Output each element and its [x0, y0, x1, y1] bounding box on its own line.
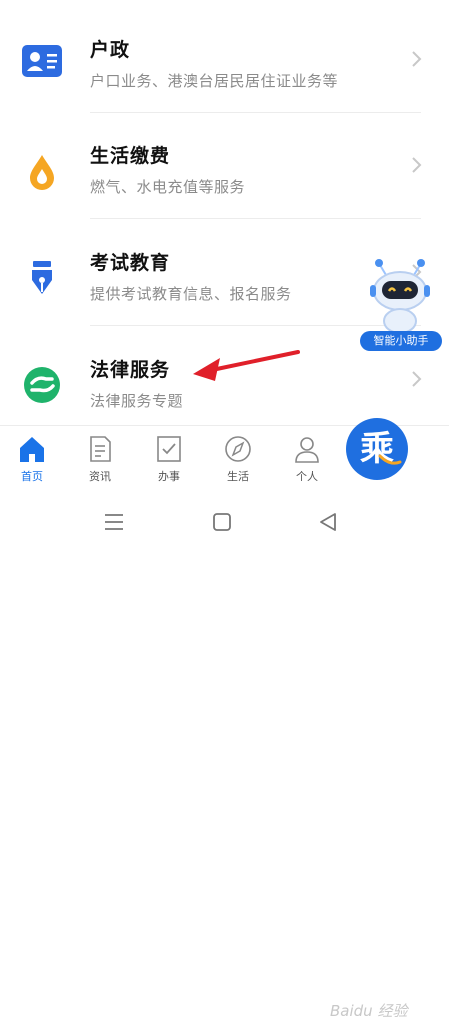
fab-swoosh-icon — [378, 454, 402, 465]
tab-services[interactable]: 办事 — [139, 434, 199, 490]
tab-label: 资讯 — [89, 470, 111, 483]
checkbox-icon — [157, 436, 181, 462]
tab-life[interactable]: 生活 — [208, 434, 268, 490]
news-icon — [90, 436, 111, 462]
tab-profile[interactable]: 个人 — [277, 434, 337, 490]
compass-icon — [225, 436, 251, 462]
back-icon[interactable] — [318, 512, 338, 532]
tab-label: 首页 — [21, 470, 43, 483]
watermark: Baidu 经验 — [330, 1002, 408, 1020]
home-icon — [20, 437, 44, 462]
assistant-label[interactable]: 智能小助手 — [360, 331, 442, 351]
fab-glyph: 乘 — [360, 429, 394, 469]
tab-label: 生活 — [227, 470, 249, 483]
person-icon — [295, 437, 319, 463]
home-square-icon[interactable] — [212, 512, 232, 532]
menu-icon[interactable] — [104, 513, 124, 531]
tab-home[interactable]: 首页 — [2, 434, 62, 490]
system-nav-bar: Baidu 经验 — [0, 495, 449, 1020]
tab-news[interactable]: 资讯 — [70, 434, 130, 490]
fab-button[interactable]: 乘 — [346, 418, 408, 480]
tab-label: 个人 — [296, 470, 318, 483]
robot-icon — [370, 259, 430, 334]
tab-label: 办事 — [158, 470, 180, 483]
